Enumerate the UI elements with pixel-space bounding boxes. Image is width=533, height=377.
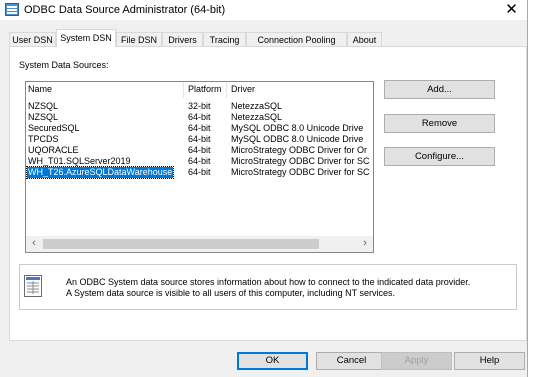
dsn-name: TPCDS [28,134,59,144]
list-item[interactable]: NZSQL 32-bit NetezzaSQL [26,101,373,112]
info-group-box: An ODBC System data source stores inform… [19,264,517,310]
list-header: Name Platform Driver [26,82,373,98]
column-header-driver[interactable]: Driver [231,84,255,94]
dsn-platform: 64-bit [188,112,211,122]
scroll-left-icon[interactable]: ‹ [26,236,42,252]
dsn-platform: 64-bit [188,134,211,144]
dsn-platform: 64-bit [188,167,211,177]
column-header-name[interactable]: Name [28,84,52,94]
dsn-driver: MicroStrategy ODBC Driver for SC [231,167,370,177]
list-item[interactable]: TPCDS 64-bit MySQL ODBC 8.0 Unicode Driv… [26,134,373,145]
ok-button[interactable]: OK [237,352,308,370]
tab-connection-pooling[interactable]: Connection Pooling [246,32,347,46]
dsn-name: WH_T01.SQLServer2019 [28,156,131,166]
tab-system-dsn[interactable]: System DSN [56,29,116,47]
dsn-name: WH_T26.AzureSQLDataWarehouse [26,166,175,179]
tab-file-dsn[interactable]: File DSN [116,32,162,46]
dsn-driver: NetezzaSQL [231,112,283,122]
background-window-edge [527,0,533,377]
dsn-platform: 32-bit [188,101,211,111]
dsn-name: NZSQL [28,101,59,111]
window-title: ODBC Data Source Administrator (64-bit) [24,4,226,16]
title-bar: ODBC Data Source Administrator (64-bit) … [0,0,527,20]
dsn-name: SecuredSQL [28,123,80,133]
configure-button[interactable]: Configure... [384,147,495,166]
list-item[interactable]: SecuredSQL 64-bit MySQL ODBC 8.0 Unicode… [26,123,373,134]
dsn-name: NZSQL [28,112,59,122]
scroll-right-icon[interactable]: › [357,236,373,252]
dsn-driver: MySQL ODBC 8.0 Unicode Drive [231,134,364,144]
cancel-button[interactable]: Cancel [316,352,387,370]
tab-about[interactable]: About [347,32,382,46]
list-item-selected[interactable]: WH_T26.AzureSQLDataWarehouse 64-bit Micr… [26,166,373,179]
list-item[interactable]: UQORACLE 64-bit MicroStrategy ODBC Drive… [26,145,373,156]
info-text-line-1: An ODBC System data source stores inform… [66,277,471,287]
add-button[interactable]: Add... [384,80,495,99]
apply-button[interactable]: Apply [381,352,452,370]
database-document-icon [24,275,42,297]
tab-drivers[interactable]: Drivers [162,32,203,46]
remove-button[interactable]: Remove [384,114,495,133]
dsn-name: UQORACLE [28,145,79,155]
dsn-driver: MicroStrategy ODBC Driver for Or [231,145,368,155]
dsn-platform: 64-bit [188,123,211,133]
dsn-platform: 64-bit [188,145,211,155]
dsn-driver: MySQL ODBC 8.0 Unicode Drive [231,123,364,133]
dsn-driver: NetezzaSQL [231,101,283,111]
tab-tracing[interactable]: Tracing [203,32,246,46]
dsn-platform: 64-bit [188,156,211,166]
odbc-admin-icon [5,3,19,16]
horizontal-scrollbar[interactable]: ‹ › [26,236,373,252]
help-button[interactable]: Help [454,352,525,370]
close-button[interactable]: ✕ [496,0,527,20]
dsn-driver: MicroStrategy ODBC Driver for SC [231,156,370,166]
list-item[interactable]: WH_T01.SQLServer2019 64-bit MicroStrateg… [26,156,373,167]
data-sources-list[interactable]: Name Platform Driver NZSQL 32-bit Netezz… [25,81,374,253]
tab-user-dsn[interactable]: User DSN [9,32,56,46]
system-data-sources-label: System Data Sources: [19,60,109,70]
scrollbar-thumb[interactable] [43,239,319,249]
list-item[interactable]: NZSQL 64-bit NetezzaSQL [26,112,373,123]
column-header-platform[interactable]: Platform [188,84,222,94]
info-text-line-2: A System data source is visible to all u… [66,288,395,298]
